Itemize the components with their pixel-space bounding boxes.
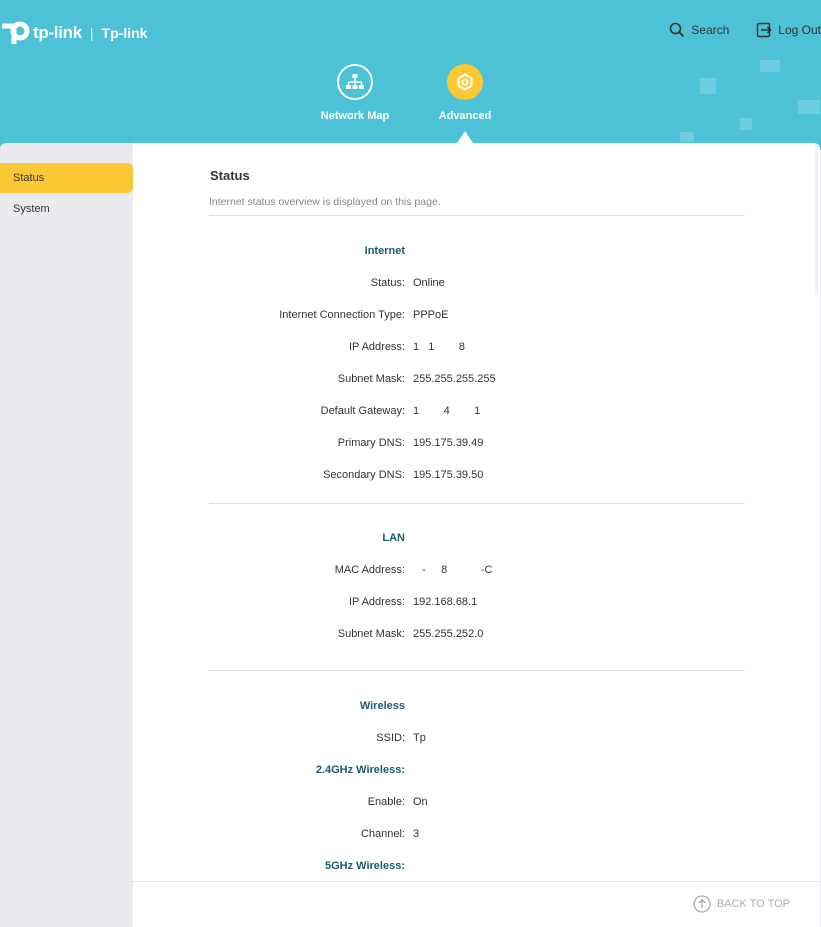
field-label: Primary DNS: <box>337 437 405 449</box>
main-panel: Status Internet status overview is displ… <box>133 143 820 881</box>
field-label: IP Address: <box>348 341 405 353</box>
field-label: SSID: <box>376 732 405 744</box>
section-title-5ghz: 5GHz Wireless: <box>325 860 405 872</box>
network-map-icon <box>337 64 373 100</box>
logout-button[interactable]: Log Out <box>756 22 821 38</box>
device-name: Tp-link <box>101 25 148 41</box>
footer: BACK TO TOP <box>133 881 820 927</box>
row-internet-status: Status: Online <box>133 277 820 291</box>
field-value: - 8 -C <box>413 564 493 576</box>
field-value: Online <box>413 277 445 289</box>
sidebar-item-status[interactable]: Status <box>0 163 133 193</box>
sidebar-item-system[interactable]: System <box>0 194 133 224</box>
field-value: On <box>413 796 428 808</box>
field-value: 255.255.252.0 <box>413 628 484 640</box>
sidebar-item-label: System <box>13 203 50 215</box>
header-decoration <box>680 132 694 142</box>
row-internet-ip: IP Address: 1 1 8 <box>133 341 820 355</box>
back-to-top-label: BACK TO TOP <box>716 898 790 910</box>
field-value: PPPoE <box>413 309 449 321</box>
row-connection-type: Internet Connection Type: PPPoE <box>133 309 820 323</box>
nav-advanced[interactable]: Advanced <box>432 64 498 122</box>
page-description: Internet status overview is displayed on… <box>209 196 441 208</box>
top-actions: Search Log Out <box>642 22 821 38</box>
search-button[interactable]: Search <box>669 22 729 38</box>
field-value: Tp <box>413 732 426 744</box>
divider <box>209 670 745 671</box>
section-title-internet: Internet <box>364 245 405 257</box>
sidebar: Status System <box>0 143 133 927</box>
row-ssid: SSID: Tp <box>133 732 820 746</box>
field-label: Internet Connection Type: <box>279 309 405 321</box>
row-lan-subnet: Subnet Mask: 255.255.252.0 <box>133 628 820 642</box>
section-title-24ghz: 2.4GHz Wireless: <box>315 764 405 776</box>
field-value: 195.175.39.49 <box>413 437 484 449</box>
field-label: Channel: <box>360 828 405 840</box>
row-secondary-dns: Secondary DNS: 195.175.39.50 <box>133 469 820 483</box>
scrollbar[interactable] <box>815 145 818 295</box>
row-24ghz-enable: Enable: On <box>133 796 820 810</box>
header-decoration <box>760 60 780 72</box>
header-decoration <box>798 100 820 114</box>
field-value: 195.175.39.50 <box>413 469 484 481</box>
field-label: IP Address: <box>348 596 405 608</box>
back-to-top-button[interactable]: BACK TO TOP <box>693 895 790 913</box>
field-label: Subnet Mask: <box>337 628 405 640</box>
gear-icon <box>447 64 483 100</box>
main-nav: Network Map Advanced <box>320 64 542 122</box>
header-decoration <box>740 118 752 130</box>
field-value: 255.255.255.255 <box>413 373 496 385</box>
logout-label: Log Out <box>778 23 821 37</box>
field-label: Enable: <box>367 796 405 808</box>
nav-network-map[interactable]: Network Map <box>320 64 390 122</box>
header-decoration <box>700 78 716 94</box>
field-value: 3 <box>413 828 420 840</box>
divider <box>209 215 745 216</box>
field-label: Default Gateway: <box>320 405 405 417</box>
section-title-lan: LAN <box>382 532 405 544</box>
field-label: Subnet Mask: <box>337 373 405 385</box>
row-lan-ip: IP Address: 192.168.68.1 <box>133 596 820 610</box>
field-label: MAC Address: <box>334 564 405 576</box>
sidebar-item-label: Status <box>13 172 45 184</box>
row-lan-mac: MAC Address: - 8 -C <box>133 564 820 578</box>
nav-network-map-label: Network Map <box>320 110 390 122</box>
header: tp-link | Tp-link Search Log Out Network… <box>0 0 821 150</box>
row-primary-dns: Primary DNS: 195.175.39.49 <box>133 437 820 451</box>
row-default-gateway: Default Gateway: 1 4 1 <box>133 405 820 419</box>
search-label: Search <box>691 23 730 37</box>
arrow-up-circle-icon <box>693 895 711 913</box>
brand-separator: | <box>89 25 94 41</box>
logout-icon <box>757 22 772 38</box>
field-label: Secondary DNS: <box>323 469 405 481</box>
search-icon <box>669 22 685 38</box>
field-label: Status: <box>370 277 405 289</box>
row-internet-subnet: Subnet Mask: 255.255.255.255 <box>133 373 820 387</box>
row-24ghz-channel: Channel: 3 <box>133 828 820 842</box>
field-value: 192.168.68.1 <box>413 596 478 608</box>
page-title: Status <box>210 168 250 183</box>
active-nav-pointer <box>457 131 473 143</box>
divider <box>209 503 745 504</box>
tp-link-logo-icon <box>0 18 30 48</box>
field-value: 1 1 8 <box>413 341 465 353</box>
brand-name: tp-link <box>33 23 82 42</box>
section-title-wireless: Wireless <box>359 700 405 712</box>
tp-link-logo: tp-link | Tp-link <box>0 18 147 48</box>
nav-advanced-label: Advanced <box>438 110 492 122</box>
field-value: 1 4 1 <box>413 405 481 417</box>
